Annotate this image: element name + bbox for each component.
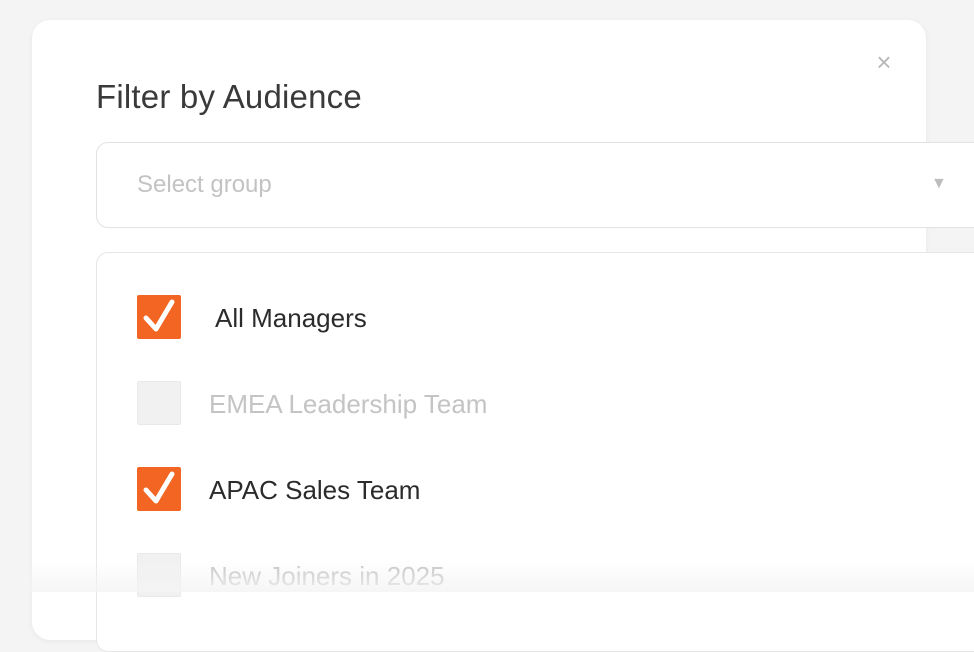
option-label: APAC Sales Team xyxy=(209,475,421,505)
option-emea-leadership[interactable]: EMEA Leadership Team xyxy=(97,373,974,433)
caret-down-icon: ▼ xyxy=(931,175,947,192)
checkbox-checked[interactable] xyxy=(137,467,181,511)
group-select[interactable]: Select group ▼ xyxy=(96,142,974,228)
check-icon xyxy=(143,471,175,504)
close-icon[interactable]: × xyxy=(872,49,896,75)
option-label: New Joiners in 2025 xyxy=(209,561,445,591)
check-icon xyxy=(143,299,175,332)
option-label: EMEA Leadership Team xyxy=(209,389,488,419)
options-list: All Managers EMEA Leadership Team APAC S… xyxy=(96,252,974,652)
select-placeholder: Select group xyxy=(137,171,272,198)
dialog-title: Filter by Audience xyxy=(96,78,362,115)
option-label: All Managers xyxy=(215,303,367,333)
option-new-joiners[interactable]: New Joiners in 2025 xyxy=(97,545,974,605)
checkbox-unchecked[interactable] xyxy=(137,553,181,597)
option-apac-sales[interactable]: APAC Sales Team xyxy=(97,459,974,519)
checkbox-checked[interactable] xyxy=(137,295,181,339)
checkbox-unchecked[interactable] xyxy=(137,381,181,425)
option-all-managers[interactable]: All Managers xyxy=(97,287,974,347)
